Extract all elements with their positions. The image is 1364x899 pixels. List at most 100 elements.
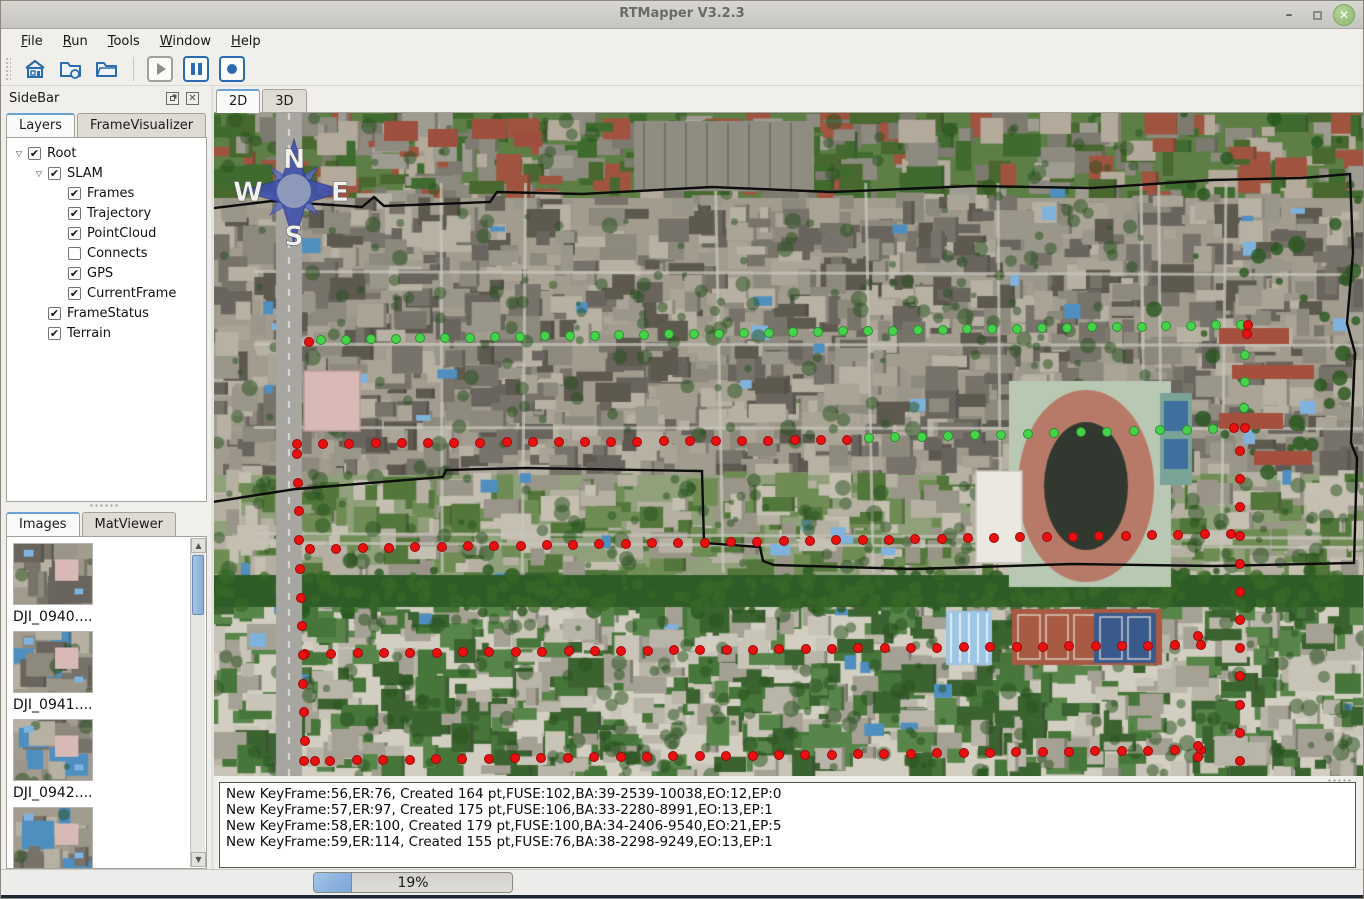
sidebar-tabbar-bottom: Images MatViewer: [6, 509, 178, 536]
thumbnail-image: [13, 543, 93, 605]
tree-row-gps[interactable]: ✔ GPS: [7, 263, 206, 283]
checkbox-terrain[interactable]: ✔: [48, 327, 61, 340]
progress-bar: 19%: [313, 872, 513, 893]
list-item[interactable]: [13, 807, 206, 869]
view-tabbar: 2D 3D: [216, 87, 309, 113]
tree-item-label: CurrentFrame: [87, 286, 176, 301]
float-icon: [170, 96, 175, 101]
sidebar-panel: SideBar ✕ Layers FrameVisualizer ▽✔Root▽…: [1, 86, 211, 869]
tree-row-root[interactable]: ▽✔ Root: [7, 143, 206, 163]
thumbnail-image: [13, 719, 93, 781]
sidebar-tabbar-top: Layers FrameVisualizer: [6, 110, 208, 137]
scroll-up-button[interactable]: ▲: [191, 538, 206, 553]
checkbox-slam[interactable]: ✔: [48, 167, 61, 180]
open-project-button[interactable]: [56, 55, 86, 83]
layers-tree[interactable]: ▽✔Root▽✔SLAM✔Frames✔Trajectory✔PointClou…: [6, 137, 207, 502]
tab-3d[interactable]: 3D: [262, 89, 306, 113]
thumbnail-image: [13, 807, 93, 869]
window-bottom-edge: [1, 895, 1363, 898]
tree-row-trajectory[interactable]: ✔ Trajectory: [7, 203, 206, 223]
expander-icon[interactable]: ▽: [33, 169, 45, 178]
folder-add-icon: [59, 58, 83, 80]
checkbox-framestatus[interactable]: ✔: [48, 307, 61, 320]
map-view[interactable]: N W E S: [214, 113, 1364, 776]
toolbar-separator: [133, 57, 134, 81]
log-line: New KeyFrame:56,ER:76, Created 164 pt,FU…: [226, 786, 1349, 802]
play-button[interactable]: [147, 56, 173, 82]
log-line: New KeyFrame:57,ER:97, Created 175 pt,FU…: [226, 802, 1349, 818]
list-item[interactable]: DJI_0942....: [13, 719, 206, 801]
menu-item-window[interactable]: Window: [150, 32, 221, 51]
tree-row-currentframe[interactable]: ✔ CurrentFrame: [7, 283, 206, 303]
tree-row-framestatus[interactable]: ✔ FrameStatus: [7, 303, 206, 323]
maximize-button[interactable]: [1307, 5, 1327, 25]
image-list[interactable]: DJI_0940.... DJI_0941.... DJI_0942.... ▲ ▼: [6, 536, 207, 869]
checkbox-currentframe[interactable]: ✔: [68, 287, 81, 300]
tree-row-frames[interactable]: ✔Frames: [7, 183, 206, 203]
tab-layers[interactable]: Layers: [6, 113, 75, 137]
checkbox-connects[interactable]: [68, 247, 81, 260]
pause-button[interactable]: [183, 56, 209, 82]
thumbnail-image: [13, 631, 93, 693]
log-line: New KeyFrame:59,ER:114, Created 155 pt,F…: [226, 834, 1349, 850]
expander-icon[interactable]: ▽: [13, 149, 25, 158]
thumbnail-label: DJI_0940....: [13, 609, 206, 625]
tree-item-label: Connects: [87, 246, 148, 261]
menu-item-tools[interactable]: Tools: [98, 32, 150, 51]
scroll-down-button[interactable]: ▼: [191, 852, 206, 867]
tree-item-label: Trajectory: [87, 206, 151, 221]
tab-2d[interactable]: 2D: [216, 89, 260, 113]
window-title: RTMapper V3.2.3: [1, 6, 1363, 21]
menu-item-run[interactable]: Run: [53, 32, 98, 51]
home-button[interactable]: [20, 55, 50, 83]
main-area: 2D 3D N W E S New KeyFrame:: [214, 86, 1363, 869]
checkbox-trajectory[interactable]: ✔: [68, 207, 81, 220]
tree-item-label: GPS: [87, 266, 113, 281]
record-button[interactable]: [219, 56, 245, 82]
checkbox-gps[interactable]: ✔: [68, 267, 81, 280]
close-button[interactable]: ✕: [1333, 4, 1355, 26]
tab-framevisualizer[interactable]: FrameVisualizer: [77, 113, 206, 137]
progress-label: 19%: [314, 875, 512, 891]
list-item[interactable]: DJI_0941....: [13, 631, 206, 713]
menu-item-help[interactable]: Help: [221, 32, 271, 51]
play-icon: [157, 63, 166, 75]
sidebar-splitter-handle[interactable]: [89, 503, 119, 508]
tree-item-label: FrameStatus: [67, 306, 149, 321]
tree-row-connects[interactable]: Connects: [7, 243, 206, 263]
list-item[interactable]: DJI_0940....: [13, 543, 206, 625]
thumbnail-label: DJI_0942....: [13, 785, 206, 801]
checkbox-root[interactable]: ✔: [28, 147, 41, 160]
home-icon: [23, 58, 47, 80]
tree-item-label: PointCloud: [87, 226, 156, 241]
pause-icon: [191, 63, 202, 75]
sidebar-header: SideBar ✕: [1, 88, 211, 110]
tree-item-label: Root: [47, 146, 76, 161]
app-window: RTMapper V3.2.3 – ✕ FileRunToolsWindowHe…: [0, 0, 1364, 899]
sidebar-float-button[interactable]: [166, 92, 179, 105]
tree-row-slam[interactable]: ▽✔SLAM: [7, 163, 206, 183]
list-scrollbar[interactable]: ▲ ▼: [190, 538, 205, 867]
tree-row-terrain[interactable]: ✔Terrain: [7, 323, 206, 343]
menu-item-file[interactable]: File: [11, 32, 53, 51]
sidebar-close-button[interactable]: ✕: [186, 92, 199, 105]
scroll-thumb[interactable]: [192, 555, 204, 615]
tree-row-pointcloud[interactable]: ✔ PointCloud: [7, 223, 206, 243]
minimize-button[interactable]: –: [1279, 5, 1299, 25]
thumbnail-label: DJI_0941....: [13, 697, 206, 713]
satellite-imagery: [214, 113, 1364, 776]
image-list-items: DJI_0940.... DJI_0941.... DJI_0942....: [7, 543, 206, 869]
log-panel[interactable]: New KeyFrame:56,ER:76, Created 164 pt,FU…: [219, 782, 1356, 868]
tab-matviewer[interactable]: MatViewer: [82, 512, 176, 536]
toolbar-drag-handle[interactable]: [5, 57, 11, 81]
checkbox-frames[interactable]: ✔: [68, 187, 81, 200]
sidebar-title: SideBar: [9, 91, 59, 106]
log-line: New KeyFrame:58,ER:100, Created 179 pt,F…: [226, 818, 1349, 834]
maximize-icon: [1313, 11, 1322, 20]
folder-open-icon: [95, 58, 119, 80]
record-icon: [227, 64, 237, 74]
checkbox-pointcloud[interactable]: ✔: [68, 227, 81, 240]
tab-images[interactable]: Images: [6, 512, 80, 536]
toolbar: [1, 53, 1363, 86]
open-folder-button[interactable]: [92, 55, 122, 83]
